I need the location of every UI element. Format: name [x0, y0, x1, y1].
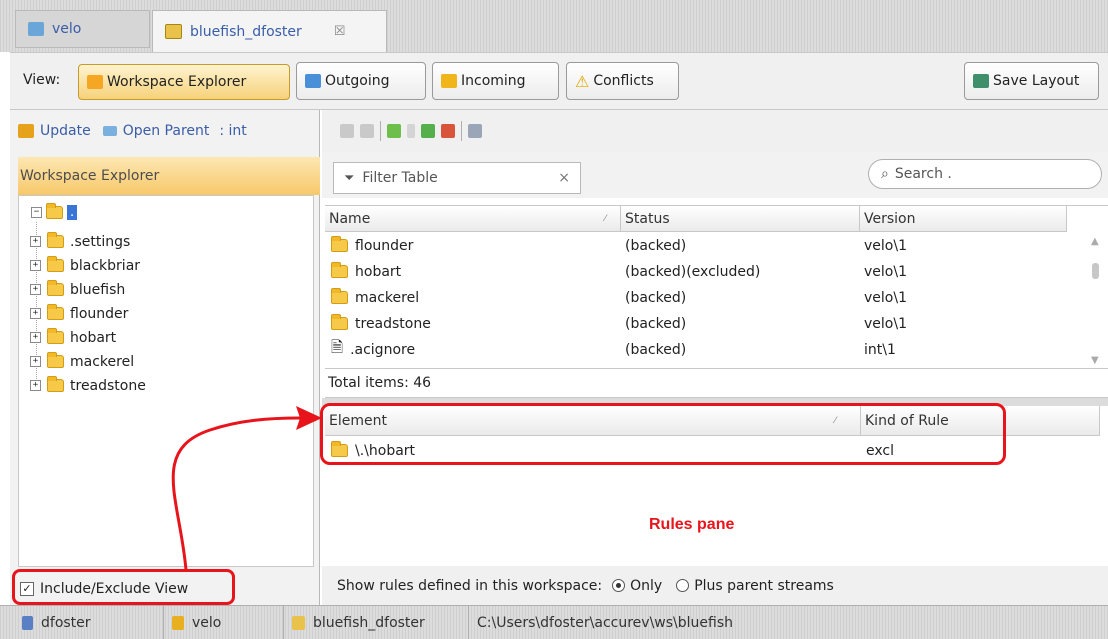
arrow-curve	[171, 416, 301, 571]
annotation-arrow	[171, 406, 322, 571]
